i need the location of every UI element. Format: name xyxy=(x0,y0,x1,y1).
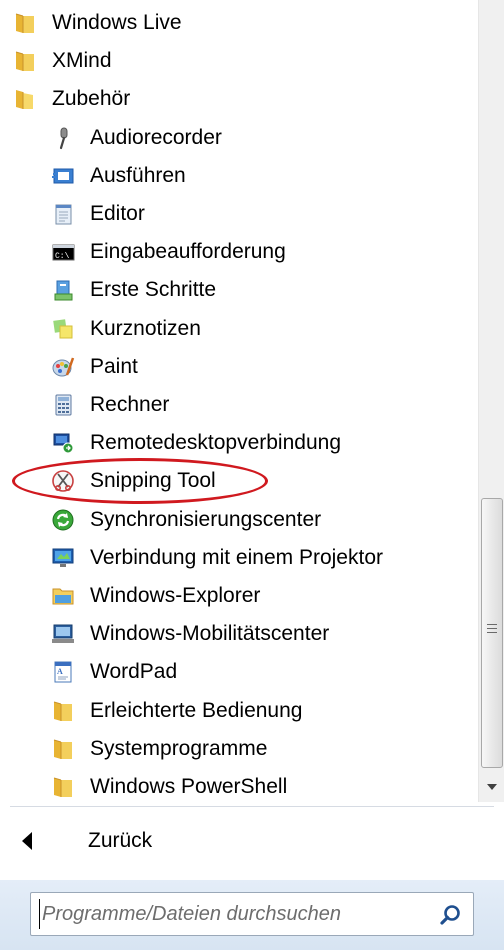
scrollbar[interactable] xyxy=(478,0,504,802)
explorer-folder-icon xyxy=(50,583,76,609)
back-arrow-icon xyxy=(22,832,32,850)
program-item-label: Audiorecorder xyxy=(90,125,222,149)
sync-icon xyxy=(50,507,76,533)
program-item[interactable]: Windows PowerShell xyxy=(0,768,478,802)
program-item[interactable]: Ausführen xyxy=(0,157,478,195)
program-item-label: Erleichterte Bedienung xyxy=(90,698,303,722)
program-item-label: Rechner xyxy=(90,393,170,416)
program-item[interactable]: Windows-Mobilitätscenter xyxy=(0,615,478,653)
search-area xyxy=(0,880,504,950)
back-button[interactable]: Zurück xyxy=(0,816,504,866)
folder-icon xyxy=(50,774,76,800)
program-item[interactable]: XMind xyxy=(0,42,478,80)
projector-monitor-icon xyxy=(50,545,76,571)
program-item-label: Windows-Explorer xyxy=(90,584,261,607)
program-item-label: WordPad xyxy=(90,660,178,684)
scissors-icon xyxy=(50,468,76,494)
program-item[interactable]: Editor xyxy=(0,195,478,233)
search-input[interactable] xyxy=(39,899,429,929)
program-item[interactable]: Erste Schritte xyxy=(0,271,478,309)
program-item-label: Ausführen xyxy=(90,163,186,187)
all-programs-pane: Windows Live XMind Zubehör Audiorecorder Aus… xyxy=(0,0,504,802)
program-item[interactable]: A WordPad xyxy=(0,653,478,691)
program-item[interactable]: Remotedesktopverbindung xyxy=(0,424,478,462)
sticky-notes-icon xyxy=(50,316,76,342)
program-item-label: Erste Schritte xyxy=(90,278,217,302)
folder-icon xyxy=(50,736,76,762)
program-item-label: Eingabeaufforderung xyxy=(90,240,286,264)
scrollbar-grip-icon xyxy=(487,624,497,636)
program-item-label: Systemprogramme xyxy=(90,736,268,760)
program-item[interactable]: Audiorecorder xyxy=(0,119,478,157)
program-item[interactable]: Systemprogramme xyxy=(0,730,478,768)
svg-text:A: A xyxy=(57,667,63,676)
scroll-down-button[interactable] xyxy=(479,772,504,802)
program-item-label: Kurznotizen xyxy=(90,316,201,340)
program-list: Windows Live XMind Zubehör Audiorecorder Aus… xyxy=(0,0,478,802)
notepad-icon xyxy=(50,201,76,227)
folder-icon xyxy=(12,10,38,36)
getting-started-icon xyxy=(50,277,76,303)
program-item-label: Windows Live xyxy=(52,11,182,34)
program-item[interactable]: Zubehör xyxy=(0,80,478,118)
program-item[interactable]: Erleichterte Bedienung xyxy=(0,692,478,730)
program-item-label: XMind xyxy=(52,49,112,73)
divider xyxy=(10,806,494,807)
program-item[interactable]: Windows-Explorer xyxy=(0,577,478,615)
program-item[interactable]: Kurznotizen xyxy=(0,310,478,348)
search-box[interactable] xyxy=(30,892,474,936)
paint-palette-icon xyxy=(50,354,76,380)
wordpad-icon: A xyxy=(50,659,76,685)
program-item-label: Zubehör xyxy=(52,87,131,111)
program-item-label: Windows PowerShell xyxy=(90,775,288,798)
command-prompt-icon: C:\ xyxy=(50,239,76,265)
program-item[interactable]: Paint xyxy=(0,348,478,386)
program-item[interactable]: Windows Live xyxy=(0,4,478,42)
program-item-label: Verbindung mit einem Projektor xyxy=(90,545,383,569)
program-item-label: Windows-Mobilitätscenter xyxy=(90,622,330,646)
program-item-label: Synchronisierungscenter xyxy=(90,507,322,531)
folder-icon xyxy=(50,698,76,724)
program-item[interactable]: Synchronisierungscenter xyxy=(0,501,478,539)
chevron-down-icon xyxy=(486,784,497,790)
program-item-label: Editor xyxy=(90,202,145,225)
run-icon xyxy=(50,163,76,189)
microphone-icon xyxy=(50,125,76,151)
calculator-icon xyxy=(50,392,76,418)
folder-icon xyxy=(12,48,38,74)
back-label: Zurück xyxy=(88,829,153,852)
program-item-label: Snipping Tool xyxy=(90,469,216,493)
scrollbar-thumb[interactable] xyxy=(481,498,503,768)
program-item[interactable]: C:\ Eingabeaufforderung xyxy=(0,233,478,271)
program-item[interactable]: Snipping Tool xyxy=(0,462,478,500)
search-icon[interactable] xyxy=(439,903,463,927)
remote-desktop-icon xyxy=(50,430,76,456)
folder-open-icon xyxy=(12,86,38,112)
mobility-center-icon xyxy=(50,621,76,647)
svg-text:C:\: C:\ xyxy=(55,252,70,261)
program-item-label: Paint xyxy=(90,354,138,378)
program-item[interactable]: Verbindung mit einem Projektor xyxy=(0,539,478,577)
program-item[interactable]: Rechner xyxy=(0,386,478,424)
program-item-label: Remotedesktopverbindung xyxy=(90,431,341,455)
